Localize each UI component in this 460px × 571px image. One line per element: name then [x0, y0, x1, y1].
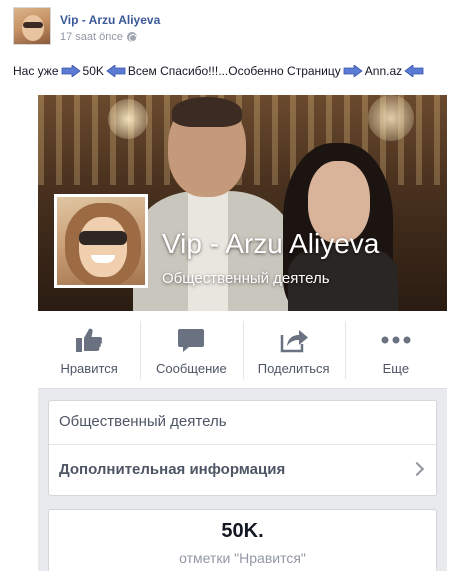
post-text-part: Всем Спасибо!!!...Особенно Страницу — [127, 64, 341, 78]
message-button[interactable]: Сообщение — [140, 311, 242, 388]
post-text-part: Нас уже — [13, 64, 59, 78]
more-icon — [380, 327, 412, 353]
more-info-label: Дополнительная информация — [59, 461, 286, 478]
cover-photo: Vip - Arzu Aliyeva Общественный деятель — [38, 95, 447, 311]
author-avatar[interactable] — [13, 7, 51, 45]
share-icon — [279, 327, 309, 353]
share-button[interactable]: Поделиться — [242, 311, 345, 388]
post-text-part: Ann.az — [364, 64, 403, 78]
author-name-link[interactable]: Vip - Arzu Aliyeva — [60, 13, 160, 27]
shared-page-screenshot[interactable]: Vip - Arzu Aliyeva Общественный деятель … — [38, 95, 447, 571]
message-icon — [177, 327, 205, 353]
post-text-part: 50K — [82, 64, 104, 78]
profile-picture — [54, 194, 148, 288]
page-category: Общественный деятель — [162, 270, 330, 287]
post-timestamp[interactable]: 17 saat önce — [60, 31, 123, 43]
likes-label: отметки "Нравится" — [179, 550, 306, 566]
page-action-bar: Нравится Сообщение Поделиться Еще — [38, 311, 447, 389]
thumbs-up-icon — [75, 327, 103, 353]
page-name: Vip - Arzu Aliyeva — [162, 228, 380, 259]
likes-count: 50K. — [221, 520, 264, 542]
arrow-left-icon — [404, 65, 424, 77]
like-button[interactable]: Нравится — [38, 311, 140, 388]
post-meta: 17 saat önce — [60, 31, 137, 43]
arrow-right-icon — [343, 65, 363, 77]
globe-icon — [127, 32, 137, 42]
info-card: Общественный деятель Дополнительная инфо… — [48, 400, 437, 496]
likes-card[interactable]: 50K. отметки "Нравится" — [48, 509, 437, 571]
more-button-label: Еще — [382, 361, 410, 376]
chevron-right-icon — [409, 461, 425, 477]
more-button[interactable]: Еще — [344, 311, 447, 388]
more-info-row[interactable]: Дополнительная информация — [49, 445, 436, 495]
info-category: Общественный деятель — [49, 401, 436, 445]
like-button-label: Нравится — [60, 361, 118, 376]
arrow-left-icon — [106, 65, 126, 77]
arrow-right-icon — [61, 65, 81, 77]
post-text: Нас уже 50K Всем Спасибо!!!...Особенно С… — [13, 64, 426, 78]
post-header: Vip - Arzu Aliyeva 17 saat önce — [0, 0, 460, 56]
share-button-label: Поделиться — [257, 361, 330, 376]
message-button-label: Сообщение — [156, 361, 227, 376]
